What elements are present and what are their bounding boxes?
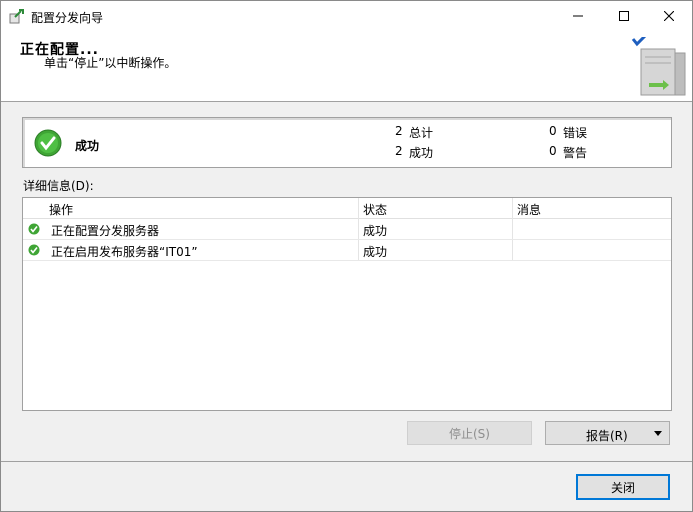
success-label: 成功 [409,146,434,160]
success-count: 2 [395,144,403,158]
check-circle-icon [34,129,62,157]
server-icon [629,34,691,99]
window-title: 配置分发向导 [31,11,104,25]
column-header-message[interactable]: 消息 [517,201,541,218]
stop-button[interactable]: 停止(S) [407,421,532,445]
details-grid[interactable]: 操作 状态 消息 正在配置分发服务器 成功 正在启用发布服务器“IT01” 成功 [22,197,672,411]
total-count: 2 [395,124,403,138]
row-action: 正在启用发布服务器“IT01” [51,245,198,259]
minimize-icon [573,15,583,17]
summary-panel: 成功 2 总计 2 成功 0 错误 0 警告 [22,117,672,168]
warning-label: 警告 [563,146,588,160]
total-label: 总计 [409,126,434,140]
page-subtitle: 单击“停止”以中断操作。 [44,56,177,70]
row-status: 成功 [363,245,388,259]
report-button[interactable]: 报告(R) [545,421,670,445]
close-icon [664,11,674,21]
title-bar: 配置分发向导 [1,1,692,31]
maximize-icon [619,11,629,21]
warning-count: 0 [549,144,557,158]
overall-status: 成功 [75,139,100,153]
table-row[interactable]: 正在启用发布服务器“IT01” 成功 [23,240,671,261]
row-action: 正在配置分发服务器 [51,224,160,238]
row-status: 成功 [363,224,388,238]
column-header-status[interactable]: 状态 [363,201,387,218]
wizard-icon [9,8,27,24]
details-label: 详细信息(D): [23,179,94,193]
report-button-label: 报告(R) [586,429,628,443]
table-row[interactable]: 正在配置分发服务器 成功 [23,219,671,240]
minimize-button[interactable] [555,1,601,31]
column-header-action[interactable]: 操作 [49,201,73,218]
wizard-window: 配置分发向导 正在配置... 单击“停止”以中断操作。 成功 2 总计 2 成功… [0,0,693,512]
error-count: 0 [549,124,557,138]
grid-header: 操作 状态 消息 [23,198,671,219]
close-window-button[interactable] [646,1,692,31]
maximize-button[interactable] [601,1,647,31]
success-check-icon [28,244,40,256]
error-label: 错误 [563,126,588,140]
wizard-header: 正在配置... 单击“停止”以中断操作。 [1,31,692,102]
footer-divider [1,461,692,462]
close-button[interactable]: 关闭 [576,474,670,500]
success-check-icon [28,223,40,235]
dropdown-arrow-icon[interactable] [654,431,662,436]
